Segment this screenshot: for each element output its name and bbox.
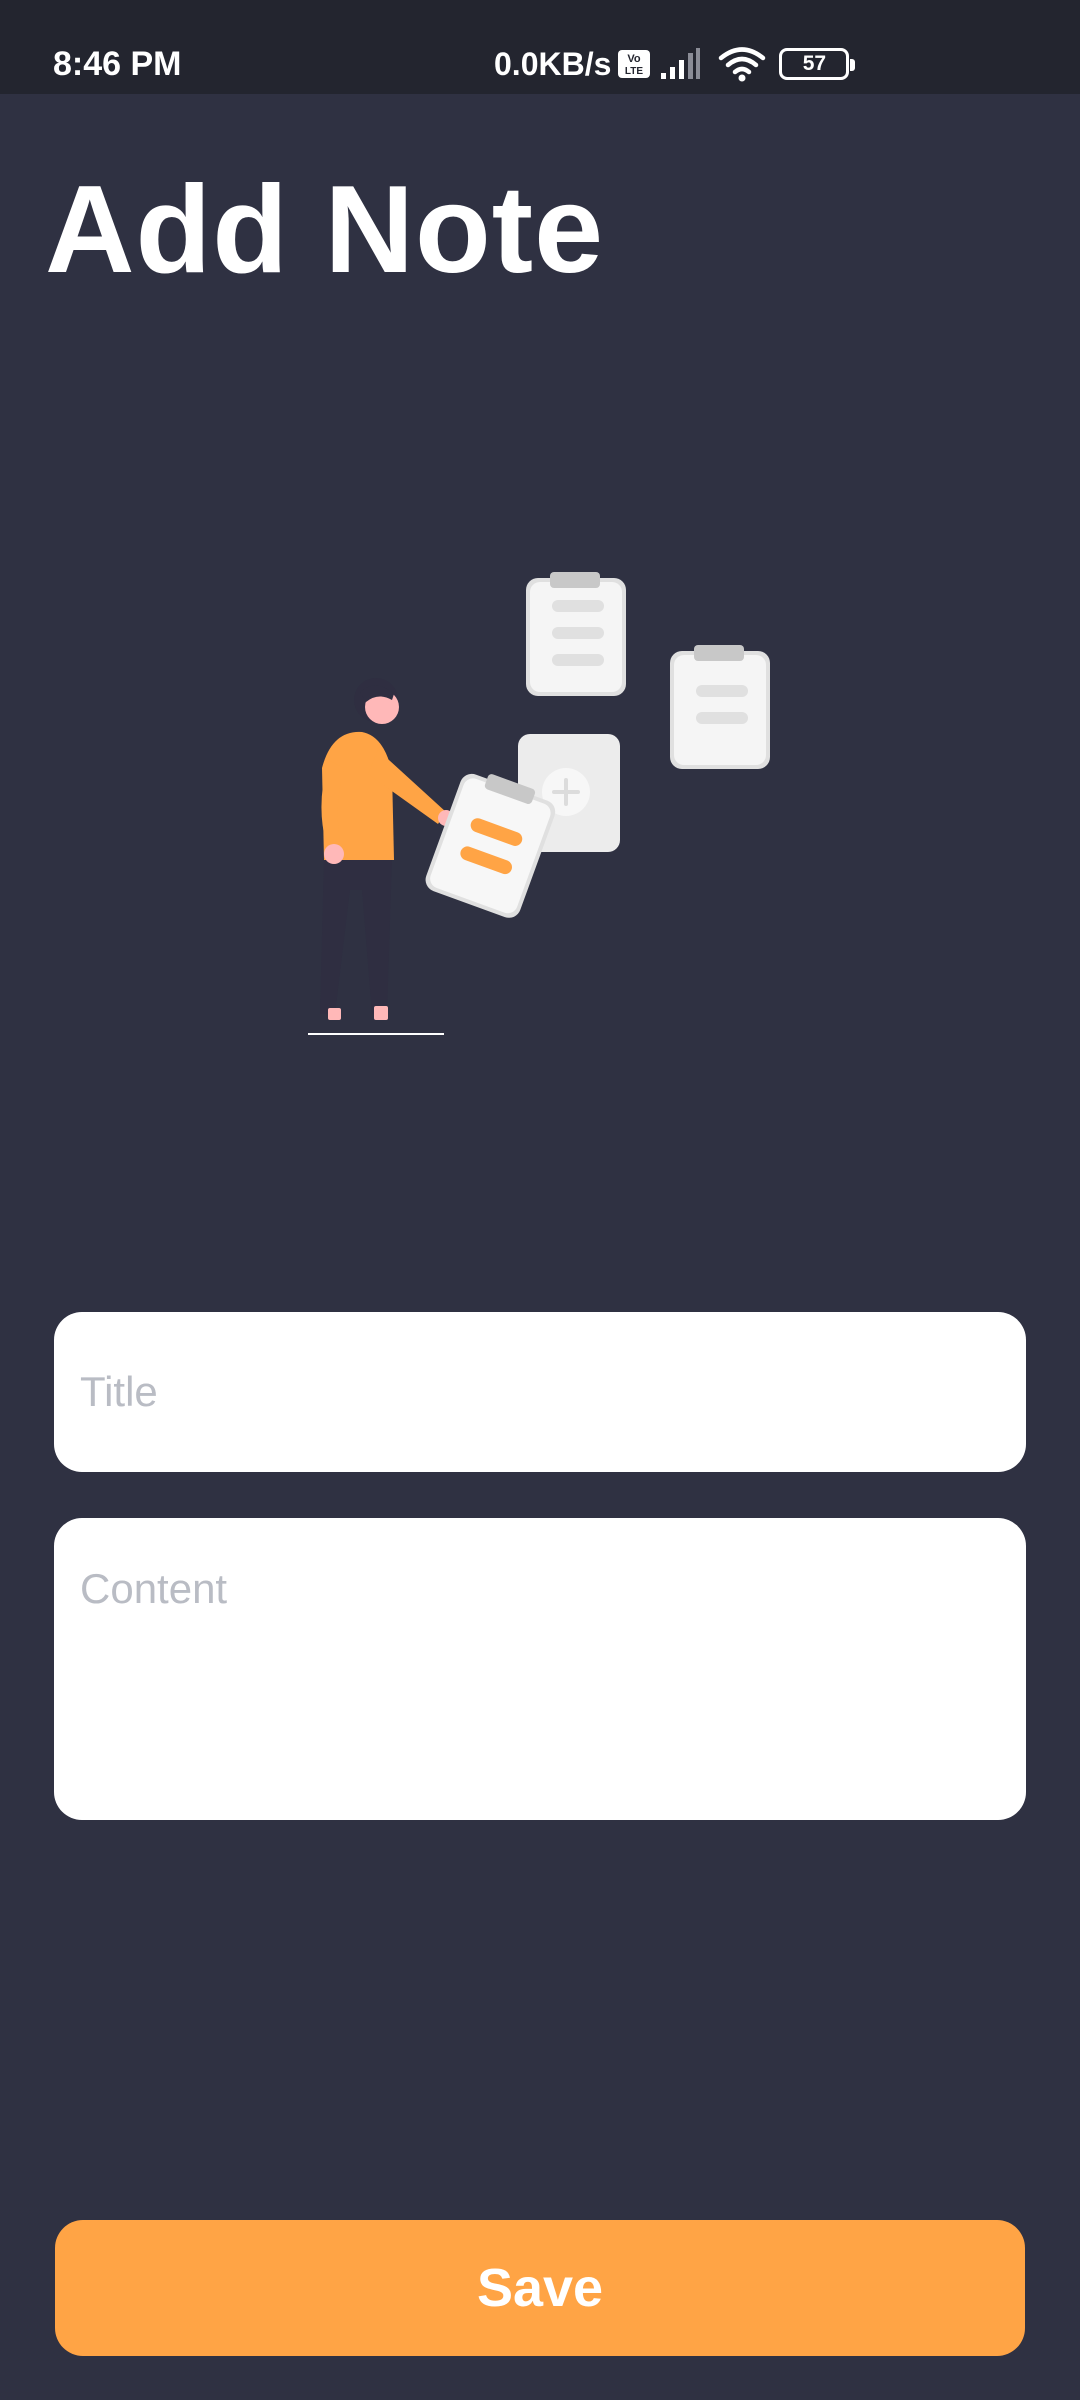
- svg-text:LTE: LTE: [625, 66, 643, 77]
- battery-icon: 57: [779, 48, 856, 80]
- page-title: Add Note: [45, 161, 605, 299]
- status-time: 8:46 PM: [53, 45, 182, 83]
- volte-icon: Vo LTE: [618, 50, 651, 78]
- clipboard-right: [670, 645, 770, 769]
- network-speed: 0.0KB/s: [494, 46, 612, 82]
- signal-icon: [661, 48, 701, 79]
- wifi-icon: [719, 47, 766, 82]
- status-bar: 8:46 PM 0.0KB/s Vo LTE 57: [0, 0, 1080, 94]
- svg-text:Vo: Vo: [628, 53, 642, 65]
- title-input[interactable]: [54, 1312, 1026, 1472]
- content-input[interactable]: [54, 1518, 1026, 1820]
- clipboard-top: [526, 572, 626, 696]
- battery-level: 57: [802, 52, 827, 75]
- person-figure: [308, 678, 454, 1035]
- status-icons: 0.0KB/s Vo LTE 57: [494, 42, 856, 86]
- add-notes-illustration: [308, 572, 770, 1035]
- save-button[interactable]: Save: [55, 2220, 1025, 2356]
